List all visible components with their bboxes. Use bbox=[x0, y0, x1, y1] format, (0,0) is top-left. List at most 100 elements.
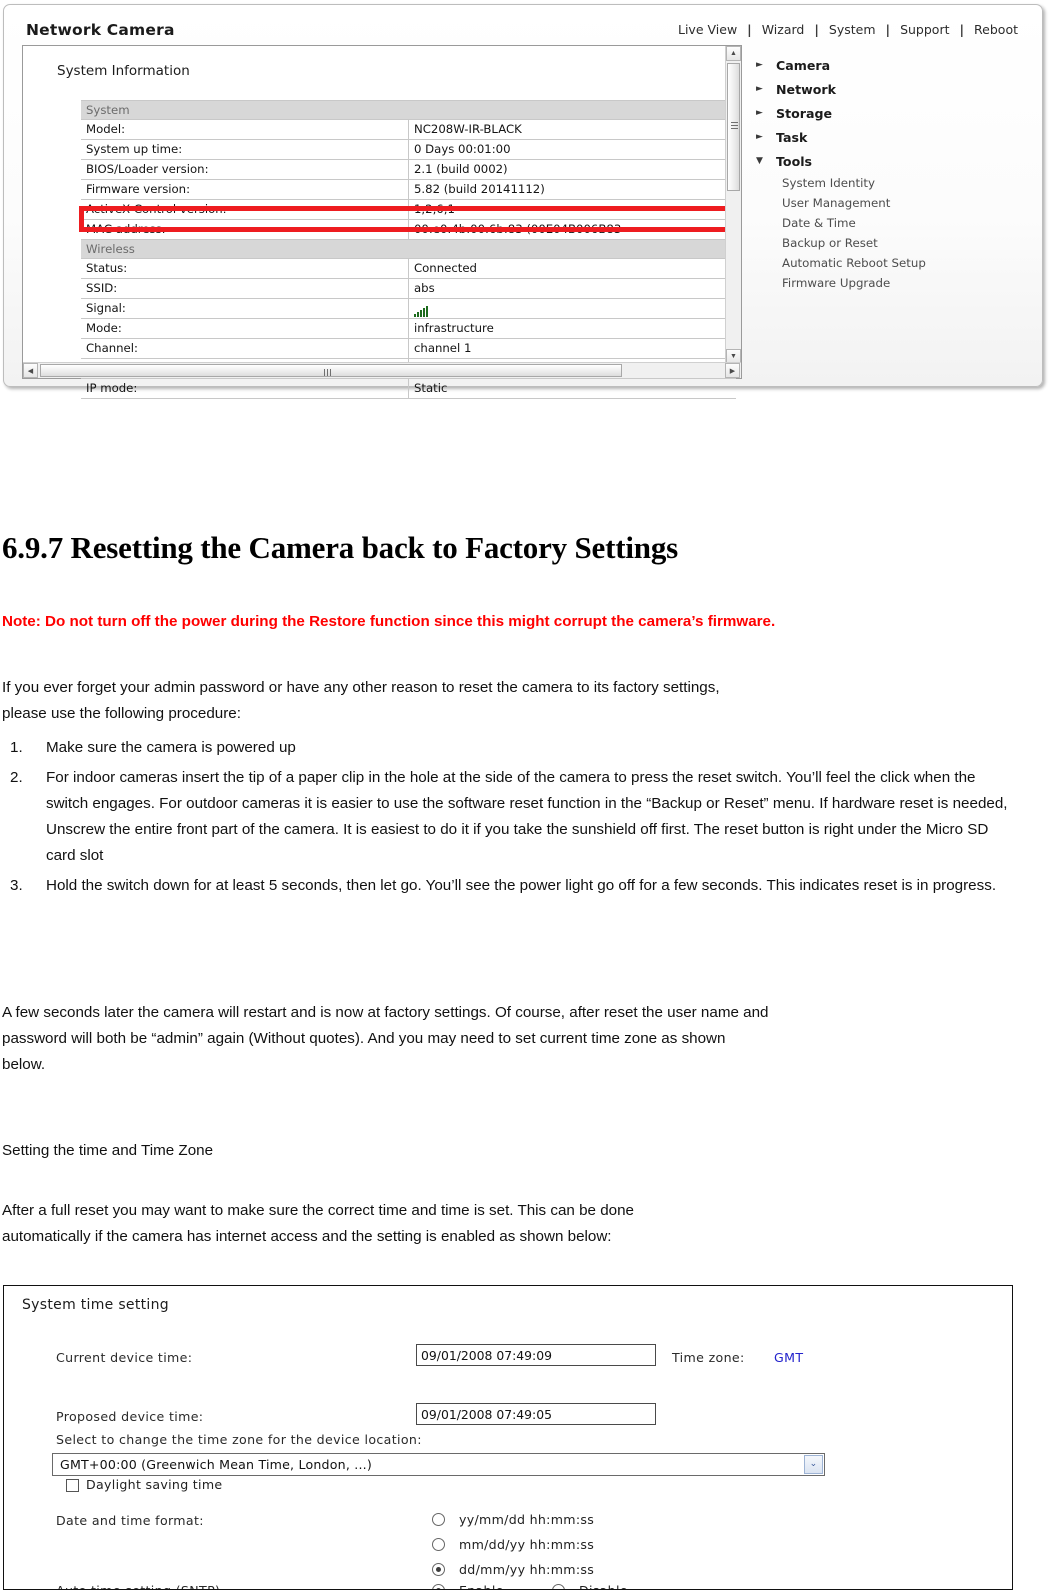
row-key-mac-address: MAC address: bbox=[81, 219, 409, 240]
timezone-select[interactable]: GMT+00:00 (Greenwich Mean Time, London, … bbox=[52, 1453, 825, 1476]
daylight-saving-checkbox[interactable] bbox=[66, 1479, 79, 1492]
camera-settings-menu: ► Camera ► Network ► Storage ► Task ▼ To… bbox=[754, 53, 1024, 293]
time-zone-label: Time zone: bbox=[672, 1350, 745, 1365]
menu-item-task[interactable]: ► Task bbox=[754, 125, 1024, 149]
camera-web-ui-screenshot: Network Camera Live View | Wizard | Syst… bbox=[3, 4, 1043, 399]
triangle-right-icon: ► bbox=[756, 84, 763, 94]
system-information-table: System Model: NC208W-IR-BLACK System up … bbox=[81, 100, 736, 399]
list-item-text: Make sure the camera is powered up bbox=[46, 739, 296, 756]
menu-item-label: Task bbox=[776, 129, 808, 145]
row-key-channel: Channel: bbox=[81, 338, 409, 359]
menu-subitem-backup-or-reset[interactable]: Backup or Reset bbox=[754, 233, 1024, 253]
section-label-system: System bbox=[81, 100, 736, 120]
row-key-firmware-version: Firmware version: bbox=[81, 179, 409, 200]
scrollbar-grip-icon bbox=[731, 122, 738, 129]
menu-subitem-firmware-upgrade[interactable]: Firmware Upgrade bbox=[754, 273, 1024, 293]
table-section-header: Wireless bbox=[81, 239, 736, 259]
row-value-uptime: 0 Days 00:01:00 bbox=[408, 139, 736, 160]
row-key-ip-mode: IP mode: bbox=[81, 378, 409, 399]
section-label-wireless: Wireless bbox=[81, 239, 736, 259]
vertical-scrollbar-thumb[interactable] bbox=[727, 63, 740, 191]
triangle-right-icon: ► bbox=[756, 60, 763, 70]
time-zone-paragraph: After a full reset you may want to make … bbox=[2, 1198, 1012, 1250]
system-information-heading: System Information bbox=[57, 63, 190, 79]
row-value-activex-version: 1,2,6,1 bbox=[408, 199, 736, 220]
chevron-down-icon[interactable]: ⌄ bbox=[804, 1455, 823, 1474]
row-key-model: Model: bbox=[81, 119, 409, 140]
date-format-label-yymmdd: yy/mm/dd hh:mm:ss bbox=[459, 1512, 595, 1527]
row-key-ssid: SSID: bbox=[81, 278, 409, 299]
nav-link-system[interactable]: System bbox=[827, 22, 878, 37]
nav-link-wizard[interactable]: Wizard bbox=[760, 22, 807, 37]
row-key-signal: Signal: bbox=[81, 298, 409, 319]
sntp-radio-enable[interactable] bbox=[432, 1584, 445, 1589]
menu-item-tools[interactable]: ▼ Tools bbox=[754, 149, 1024, 173]
menu-subitem-system-identity[interactable]: System Identity bbox=[754, 173, 1024, 193]
menu-item-label: Camera bbox=[776, 57, 831, 73]
post-reset-paragraph: A few seconds later the camera will rest… bbox=[2, 1000, 1012, 1078]
list-item-number: 1. bbox=[10, 739, 23, 756]
horizontal-scrollbar-thumb[interactable] bbox=[40, 364, 622, 377]
menu-subitem-date-time[interactable]: Date & Time bbox=[754, 213, 1024, 233]
menu-item-camera[interactable]: ► Camera bbox=[754, 53, 1024, 77]
menu-subitem-automatic-reboot-setup[interactable]: Automatic Reboot Setup bbox=[754, 253, 1024, 273]
row-value-mode: infrastructure bbox=[408, 318, 736, 339]
system-time-setting-heading: System time setting bbox=[22, 1297, 169, 1313]
menu-item-network[interactable]: ► Network bbox=[754, 77, 1024, 101]
date-time-format-label: Date and time format: bbox=[56, 1513, 204, 1528]
triangle-down-icon: ▼ bbox=[756, 156, 763, 166]
intro-line-1: If you ever forget your admin password o… bbox=[2, 679, 720, 696]
sntp-label: Auto time setting (SNTP) bbox=[56, 1583, 220, 1589]
list-item: 1. Make sure the camera is powered up bbox=[2, 735, 1012, 761]
system-information-panel: System Information System Model: NC208W-… bbox=[22, 45, 742, 399]
proposed-device-time-label: Proposed device time: bbox=[56, 1409, 204, 1424]
intro-paragraph: If you ever forget your admin password o… bbox=[2, 675, 1002, 727]
triangle-right-icon: ► bbox=[756, 132, 763, 142]
scroll-left-icon[interactable]: ◀ bbox=[23, 363, 38, 378]
list-item: 2. For indoor cameras insert the tip of … bbox=[2, 765, 1012, 869]
menu-subitem-user-management[interactable]: User Management bbox=[754, 193, 1024, 213]
date-format-radio-mmddyy[interactable] bbox=[432, 1538, 445, 1551]
system-time-setting-screenshot: System time setting Current device time:… bbox=[3, 1285, 1013, 1590]
table-row: BIOS/Loader version: 2.1 (build 0002) bbox=[81, 159, 736, 180]
nav-link-live-view[interactable]: Live View bbox=[676, 22, 739, 37]
post-reset-line-1: A few seconds later the camera will rest… bbox=[2, 1004, 769, 1021]
post-reset-line-3: below. bbox=[2, 1056, 46, 1073]
row-value-firmware-version: 5.82 (build 20141112) bbox=[408, 179, 736, 200]
time-zone-line-2: automatically if the camera has internet… bbox=[2, 1228, 612, 1245]
panel-horizontal-scrollbar[interactable]: ◀ ▶ bbox=[23, 362, 741, 378]
menu-item-label: Tools bbox=[776, 153, 813, 169]
table-row: SSID: abs bbox=[81, 278, 736, 299]
list-item-text: For indoor cameras insert the tip of a p… bbox=[46, 769, 1008, 864]
date-format-radio-ddmmyy[interactable] bbox=[432, 1563, 445, 1576]
current-device-time-label: Current device time: bbox=[56, 1350, 193, 1365]
date-format-radio-yymmdd[interactable] bbox=[432, 1513, 445, 1526]
menu-item-storage[interactable]: ► Storage bbox=[754, 101, 1024, 125]
sntp-radio-disable[interactable] bbox=[552, 1584, 565, 1589]
scroll-right-icon[interactable]: ▶ bbox=[725, 363, 740, 378]
time-zone-value: GMT bbox=[774, 1350, 804, 1365]
row-key-uptime: System up time: bbox=[81, 139, 409, 160]
sntp-label-disable: Disable bbox=[579, 1583, 628, 1589]
table-row: IP mode: Static bbox=[81, 378, 736, 399]
table-row: Model: NC208W-IR-BLACK bbox=[81, 119, 736, 140]
signal-bars-icon bbox=[414, 302, 429, 317]
table-row: ActiveX Control version: 1,2,6,1 bbox=[81, 199, 736, 220]
nav-separator: | bbox=[747, 22, 752, 37]
row-value-signal bbox=[408, 298, 736, 319]
timezone-select-value: GMT+00:00 (Greenwich Mean Time, London, … bbox=[60, 1457, 372, 1472]
nav-link-support[interactable]: Support bbox=[898, 22, 951, 37]
table-row: Status: Connected bbox=[81, 258, 736, 279]
scroll-up-icon[interactable]: ▲ bbox=[726, 46, 741, 61]
table-section-header: System bbox=[81, 100, 736, 120]
menu-item-label: Storage bbox=[776, 105, 833, 121]
table-row: System up time: 0 Days 00:01:00 bbox=[81, 139, 736, 160]
menu-item-label: Network bbox=[776, 81, 836, 97]
post-reset-line-2: password will both be “admin” again (Wit… bbox=[2, 1030, 726, 1047]
nav-separator: | bbox=[885, 22, 891, 37]
table-row: Channel: channel 1 bbox=[81, 338, 736, 359]
nav-link-reboot[interactable]: Reboot bbox=[972, 22, 1020, 37]
intro-line-2: please use the following procedure: bbox=[2, 705, 241, 722]
panel-vertical-scrollbar[interactable]: ▲ ▼ bbox=[725, 46, 741, 364]
date-format-label-ddmmyy: dd/mm/yy hh:mm:ss bbox=[459, 1562, 595, 1577]
